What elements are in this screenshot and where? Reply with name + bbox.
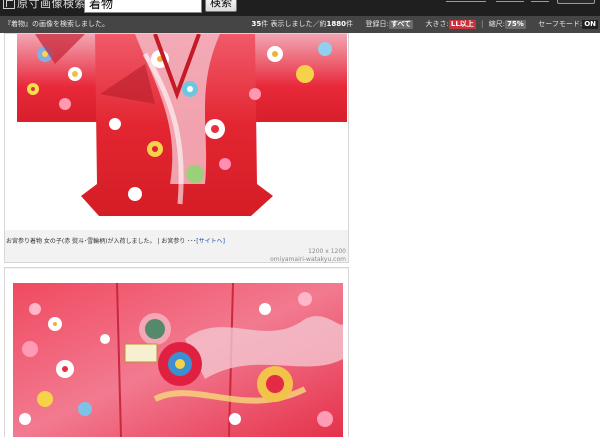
- query-message: 『着物』の画像を検索しました。: [4, 20, 109, 28]
- size-filter-value[interactable]: LL以上: [448, 20, 476, 29]
- result-card[interactable]: [4, 267, 349, 437]
- logo-text: 原寸画像検索: [17, 0, 86, 10]
- top-bar: 原寸画像検索 検索: [0, 0, 600, 16]
- filter-divider: |: [481, 20, 484, 28]
- search-button[interactable]: 検索: [205, 0, 237, 12]
- total-count: 1880: [326, 20, 346, 28]
- safe-mode-label: セーフモード:: [538, 20, 583, 28]
- site-link[interactable]: [サイトへ]: [196, 238, 225, 245]
- caption-text: お宮参り着物 女の子(赤 熨斗･雪輪柄)が入荷しました。 | お宮参り ･･･: [6, 238, 197, 245]
- result-card[interactable]: お宮参り着物 女の子(赤 熨斗･雪輪柄)が入荷しました。 | お宮参り ･･･[…: [4, 33, 349, 263]
- top-nav-link[interactable]: [531, 0, 549, 2]
- site-logo[interactable]: 原寸画像検索: [3, 0, 86, 12]
- shown-count: 35: [251, 20, 262, 28]
- zoom-value[interactable]: 75%: [505, 20, 526, 29]
- source-domain[interactable]: omiyamairi-watakyu.com: [270, 256, 346, 263]
- result-caption: お宮参り着物 女の子(赤 熨斗･雪輪柄)が入荷しました。 | お宮参り ･･･[…: [6, 236, 346, 245]
- result-image[interactable]: [5, 269, 348, 437]
- top-nav-link[interactable]: [496, 0, 524, 2]
- logo-icon: [3, 0, 15, 9]
- status-bar: 『着物』の画像を検索しました。 35件 表示しました／約1880件 登録日: すべ…: [0, 16, 600, 33]
- result-image[interactable]: [5, 34, 348, 230]
- top-nav-link[interactable]: [446, 0, 486, 2]
- filter-summary: 35件 表示しました／約1880件 登録日: すべて 大きさ: LL以上 | 縮尺:…: [252, 16, 598, 33]
- safe-mode-value[interactable]: ON: [582, 20, 598, 29]
- search-input[interactable]: [84, 0, 202, 13]
- total-suffix: 件: [346, 20, 353, 28]
- image-dimensions: 1200 x 1200: [308, 248, 346, 255]
- top-nav-dropdown[interactable]: [557, 0, 595, 4]
- date-filter-value[interactable]: すべて: [388, 20, 414, 29]
- shown-suffix: 件 表示しました／約: [261, 20, 327, 28]
- date-filter-label: 登録日:: [365, 20, 389, 28]
- zoom-label: 縮尺:: [488, 20, 505, 28]
- size-filter-label: 大きさ:: [425, 20, 449, 28]
